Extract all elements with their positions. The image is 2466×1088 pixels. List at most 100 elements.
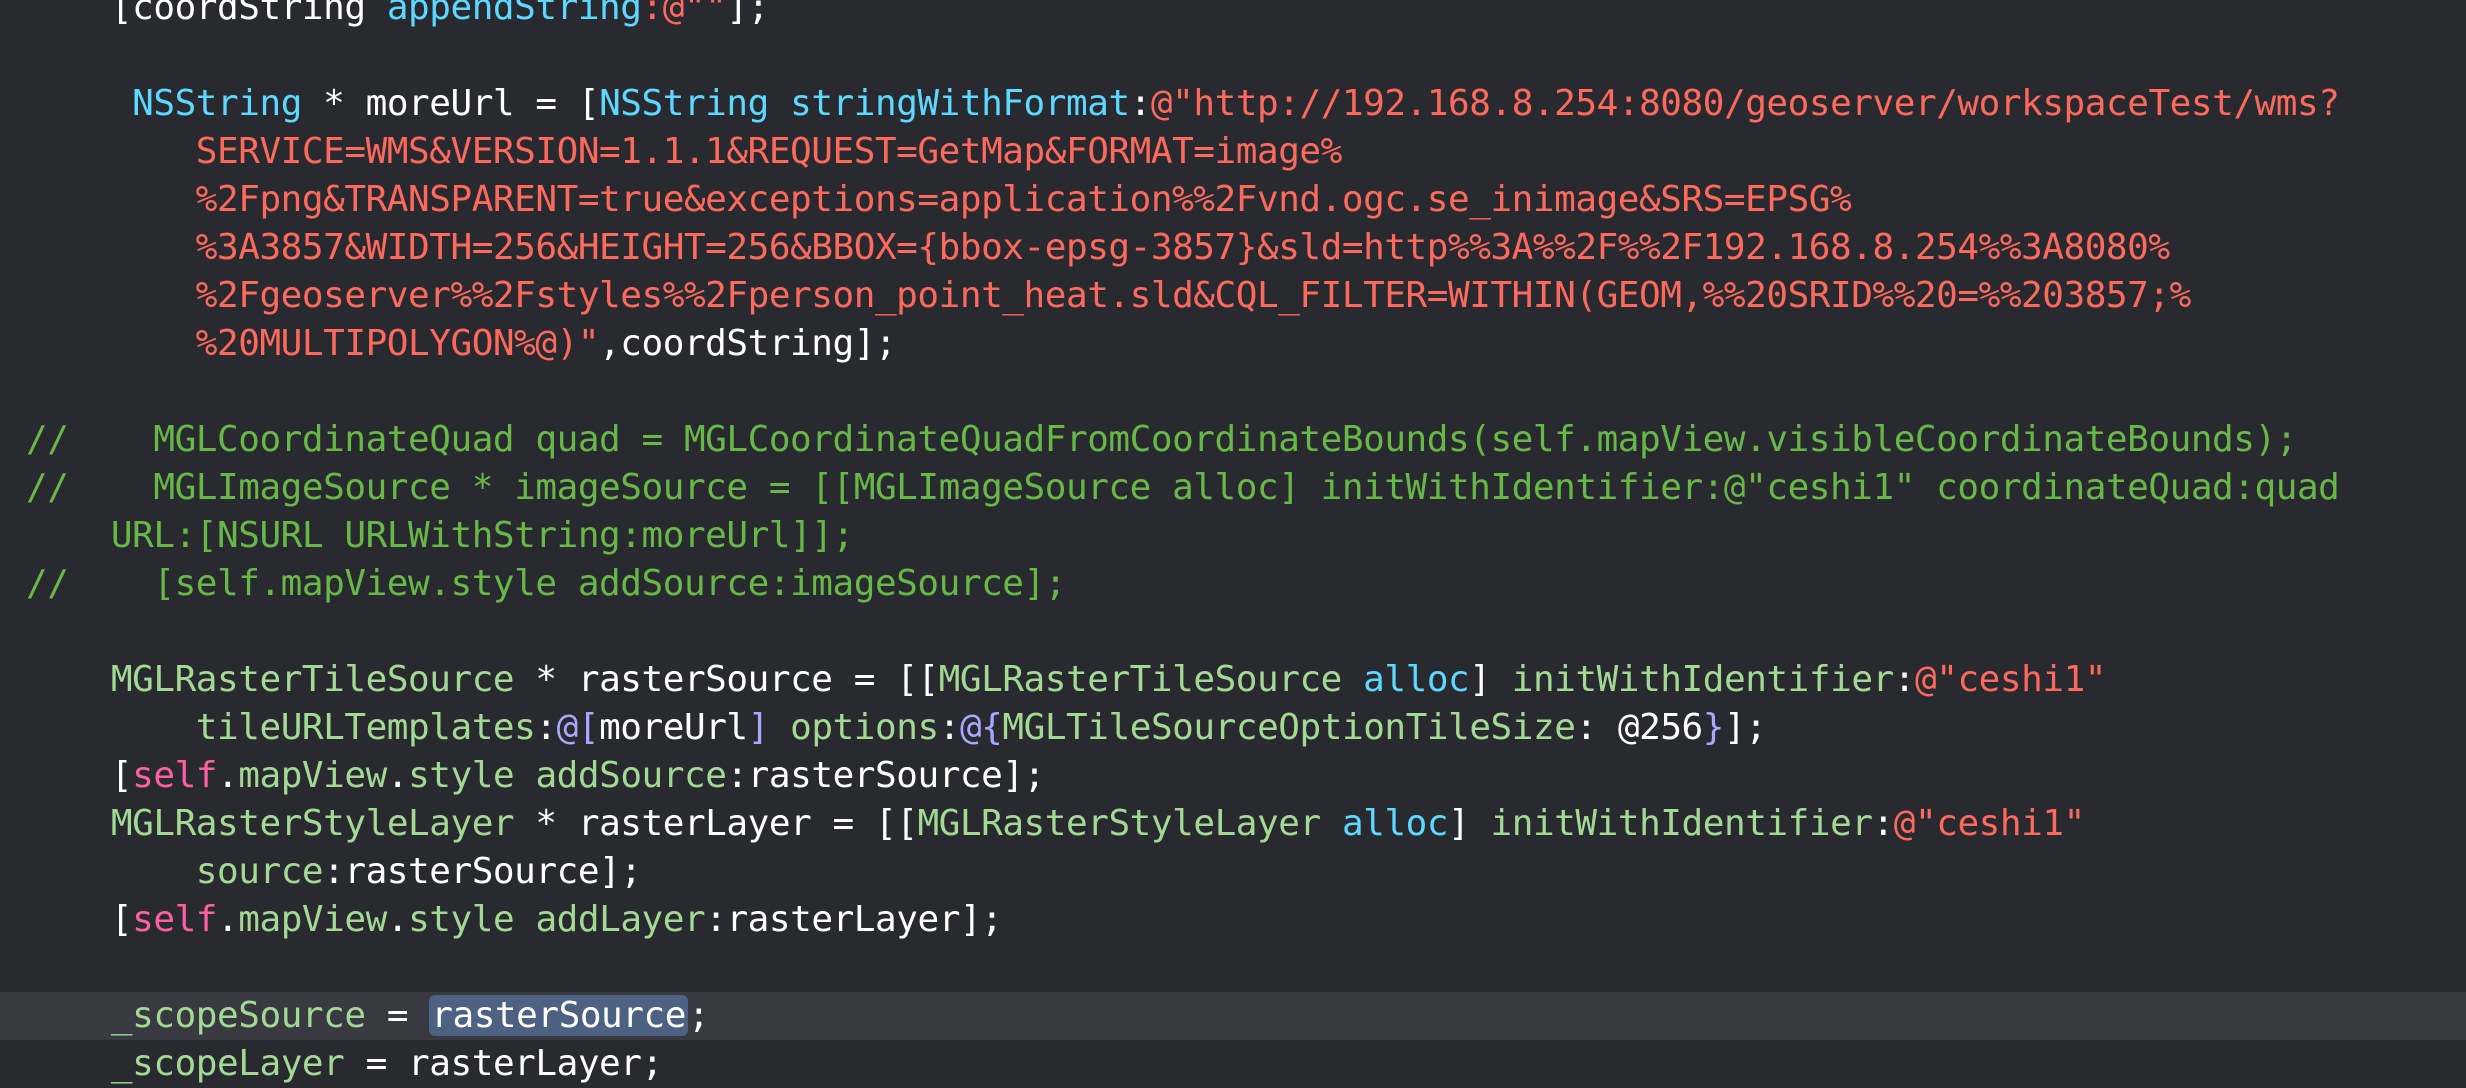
code-token: URL:[NSURL URLWithString:moreUrl]]; (26, 515, 854, 556)
code-token: _scopeSource (110, 995, 366, 1036)
code-token: :@"" (641, 0, 727, 28)
code-line[interactable]: source:rasterSource]; (26, 848, 642, 896)
code-token: [ (26, 899, 133, 940)
code-token: : (1893, 659, 1916, 700)
code-line[interactable]: %20MULTIPOLYGON%@)",coordString]; (26, 320, 897, 368)
code-token: :rasterLayer]; (705, 899, 1003, 940)
code-token: * rasterSource = [[ (514, 659, 939, 700)
selected-text: rasterSource (429, 995, 688, 1036)
code-token: : (938, 707, 961, 748)
code-token: %2Fgeoserver%%2Fstyles%%2Fperson_point_h… (26, 275, 2192, 316)
code-token: addSource (535, 755, 727, 796)
code-token: @"ceshi1" (1915, 659, 2107, 700)
code-token: %3A3857&WIDTH=256&HEIGHT=256&BBOX={bbox-… (26, 227, 2170, 268)
code-line[interactable]: MGLRasterStyleLayer * rasterLayer = [[MG… (26, 800, 2085, 848)
code-token: NSString (599, 83, 769, 124)
code-token: . (386, 755, 409, 796)
code-line[interactable]: [coordString appendString:@""]; (26, 0, 769, 32)
code-line[interactable]: _scopeSource = rasterSource; (26, 992, 710, 1040)
code-token: ] (1448, 803, 1491, 844)
code-line[interactable]: %3A3857&WIDTH=256&HEIGHT=256&BBOX={bbox-… (26, 224, 2170, 272)
code-token: ] (747, 707, 770, 748)
code-token: . (217, 899, 239, 940)
code-line[interactable]: %2Fgeoserver%%2Fstyles%%2Fperson_point_h… (26, 272, 2192, 320)
code-token: initWithIdentifier (1511, 659, 1894, 700)
code-token: [ (26, 755, 133, 796)
code-token: moreUrl (599, 707, 748, 748)
code-token: . (217, 755, 239, 796)
code-editor[interactable]: [coordString appendString:@""]; NSString… (0, 0, 2466, 1084)
code-token: @{ (959, 707, 1003, 748)
code-token: alloc (1341, 803, 1449, 844)
code-token: = (365, 995, 430, 1036)
code-token: ]; (1724, 707, 1767, 748)
code-line[interactable]: // MGLCoordinateQuad quad = MGLCoordinat… (26, 416, 2297, 464)
code-token: style (408, 755, 515, 796)
code-token: :rasterSource]; (726, 755, 1045, 796)
code-token: @"ceshi1" (1893, 803, 2085, 844)
code-token: [coordString (26, 0, 387, 28)
code-token: %2Fpng&TRANSPARENT=true&exceptions=appli… (26, 179, 1852, 220)
code-line[interactable]: tileURLTemplates:@[moreUrl] options:@{MG… (26, 704, 1767, 752)
code-token: . (386, 899, 409, 940)
code-line[interactable]: NSString * moreUrl = [NSString stringWit… (26, 80, 2340, 128)
code-token: ,coordString]; (599, 323, 897, 364)
code-token: : @256 (1575, 707, 1703, 748)
code-token: MGLRasterTileSource (938, 659, 1343, 700)
code-line[interactable]: [self.mapView.style addSource:rasterSour… (26, 752, 1045, 800)
code-token: * rasterLayer = [[ (514, 803, 918, 844)
code-token: mapView (238, 899, 387, 940)
code-line[interactable]: URL:[NSURL URLWithString:moreUrl]]; (26, 512, 854, 560)
code-token: style (408, 899, 515, 940)
code-token: * moreUrl = [ (301, 83, 600, 124)
code-token: // [self.mapView.style addSource:imageSo… (26, 563, 1066, 604)
code-token: : (535, 707, 557, 748)
code-token: %20MULTIPOLYGON%@)" (26, 323, 600, 364)
code-token: : (1872, 803, 1895, 844)
code-token: // MGLImageSource * imageSource = [[MGLI… (26, 467, 2340, 508)
code-token: ]; (726, 0, 769, 28)
code-token: tileURLTemplates (195, 707, 536, 748)
code-token: stringWithFormat (790, 83, 1130, 124)
code-token: @[ (556, 707, 600, 748)
code-line[interactable]: _scopeLayer = rasterLayer; (26, 1040, 663, 1088)
code-token: addLayer (535, 899, 706, 940)
code-line[interactable]: SERVICE=WMS&VERSION=1.1.1&REQUEST=GetMap… (26, 128, 1343, 176)
code-token: NSString (132, 83, 302, 124)
code-line[interactable]: %2Fpng&TRANSPARENT=true&exceptions=appli… (26, 176, 1852, 224)
code-token: ] (1469, 659, 1512, 700)
code-token: source (195, 851, 324, 892)
code-token: initWithIdentifier (1490, 803, 1873, 844)
code-token: mapView (238, 755, 387, 796)
code-line[interactable]: [self.mapView.style addLayer:rasterLayer… (26, 896, 1003, 944)
code-token: options (790, 707, 939, 748)
code-token: MGLTileSourceOptionTileSize (1002, 707, 1576, 748)
code-token: MGLRasterStyleLayer (917, 803, 1321, 844)
code-token: SERVICE=WMS&VERSION=1.1.1&REQUEST=GetMap… (26, 131, 1343, 172)
code-token: MGLRasterStyleLayer (110, 803, 515, 844)
code-line[interactable]: MGLRasterTileSource * rasterSource = [[M… (26, 656, 2107, 704)
code-token: self (132, 755, 218, 796)
code-token: @"http://192.168.8.254:8080/geoserver/wo… (1150, 83, 2340, 124)
code-token: appendString (386, 0, 642, 28)
code-token: : (1129, 83, 1152, 124)
code-token: // MGLCoordinateQuad quad = MGLCoordinat… (26, 419, 2297, 460)
code-token: alloc (1363, 659, 1470, 700)
code-token: MGLRasterTileSource (110, 659, 515, 700)
code-token: ; (687, 995, 710, 1036)
code-line[interactable]: // [self.mapView.style addSource:imageSo… (26, 560, 1066, 608)
code-line[interactable]: // MGLImageSource * imageSource = [[MGLI… (26, 464, 2340, 512)
code-token: :rasterSource]; (323, 851, 642, 892)
